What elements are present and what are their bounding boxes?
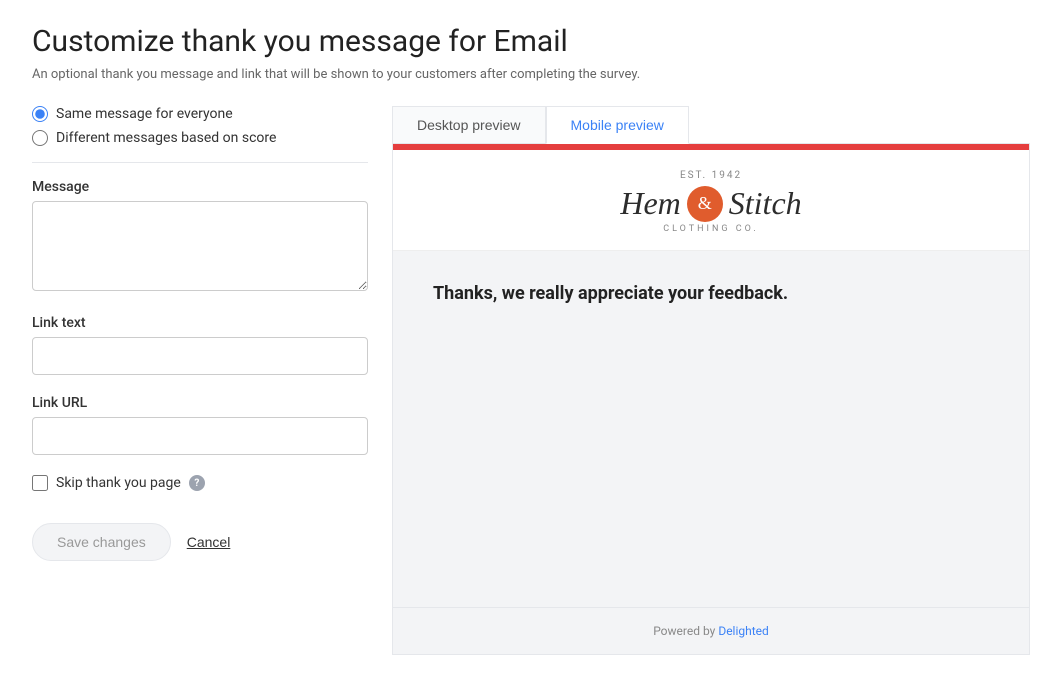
preview-logo: Hem & Stitch: [620, 185, 801, 222]
preview-header: EST. 1942 Hem & Stitch CLOTHING CO.: [393, 150, 1029, 251]
link-url-label: Link URL: [32, 395, 368, 411]
radio-option-different[interactable]: Different messages based on score: [32, 130, 368, 146]
link-text-input[interactable]: [32, 337, 368, 375]
preview-body: Thanks, we really appreciate your feedba…: [393, 251, 1029, 607]
preview-footer-text: Powered by: [653, 624, 715, 638]
info-icon[interactable]: ?: [189, 475, 205, 491]
page-container: Customize thank you message for Email An…: [0, 0, 1062, 679]
tab-mobile[interactable]: Mobile preview: [546, 106, 689, 144]
cancel-button[interactable]: Cancel: [187, 534, 231, 550]
radio-different-label[interactable]: Different messages based on score: [56, 130, 276, 146]
preview-tabs: Desktop preview Mobile preview: [392, 106, 1030, 144]
radio-option-same[interactable]: Same message for everyone: [32, 106, 368, 122]
link-url-input[interactable]: www.trustpilot.com/delighted: [32, 417, 368, 455]
link-text-form-group: Link text: [32, 315, 368, 375]
skip-page-checkbox[interactable]: [32, 475, 48, 491]
logo-ampersand: &: [687, 186, 723, 222]
page-subtitle: An optional thank you message and link t…: [32, 67, 1030, 82]
main-content: Same message for everyone Different mess…: [32, 106, 1030, 655]
save-button[interactable]: Save changes: [32, 523, 171, 561]
skip-page-group: Skip thank you page ?: [32, 475, 368, 491]
skip-page-label[interactable]: Skip thank you page: [56, 475, 181, 491]
radio-group: Same message for everyone Different mess…: [32, 106, 368, 146]
logo-left: Hem: [620, 185, 680, 222]
preview-footer: Powered by Delighted: [393, 607, 1029, 654]
radio-same-label[interactable]: Same message for everyone: [56, 106, 233, 122]
preview-frame: EST. 1942 Hem & Stitch CLOTHING CO. Than…: [392, 144, 1030, 655]
link-text-label: Link text: [32, 315, 368, 331]
section-divider: [32, 162, 368, 163]
preview-est: EST. 1942: [680, 170, 742, 181]
right-panel: Desktop preview Mobile preview EST. 1942…: [392, 106, 1030, 655]
preview-clothing: CLOTHING CO.: [663, 224, 759, 234]
message-textarea[interactable]: [32, 201, 368, 291]
radio-different-messages[interactable]: [32, 130, 48, 146]
preview-footer-link[interactable]: Delighted: [718, 624, 768, 638]
link-url-form-group: Link URL www.trustpilot.com/delighted: [32, 395, 368, 455]
action-buttons: Save changes Cancel: [32, 523, 368, 561]
radio-same-message[interactable]: [32, 106, 48, 122]
left-panel: Same message for everyone Different mess…: [32, 106, 392, 655]
page-title: Customize thank you message for Email: [32, 24, 1030, 59]
tab-desktop[interactable]: Desktop preview: [392, 106, 546, 144]
message-form-group: Message: [32, 179, 368, 295]
preview-feedback-text: Thanks, we really appreciate your feedba…: [433, 283, 788, 304]
logo-right: Stitch: [729, 185, 802, 222]
message-label: Message: [32, 179, 368, 195]
